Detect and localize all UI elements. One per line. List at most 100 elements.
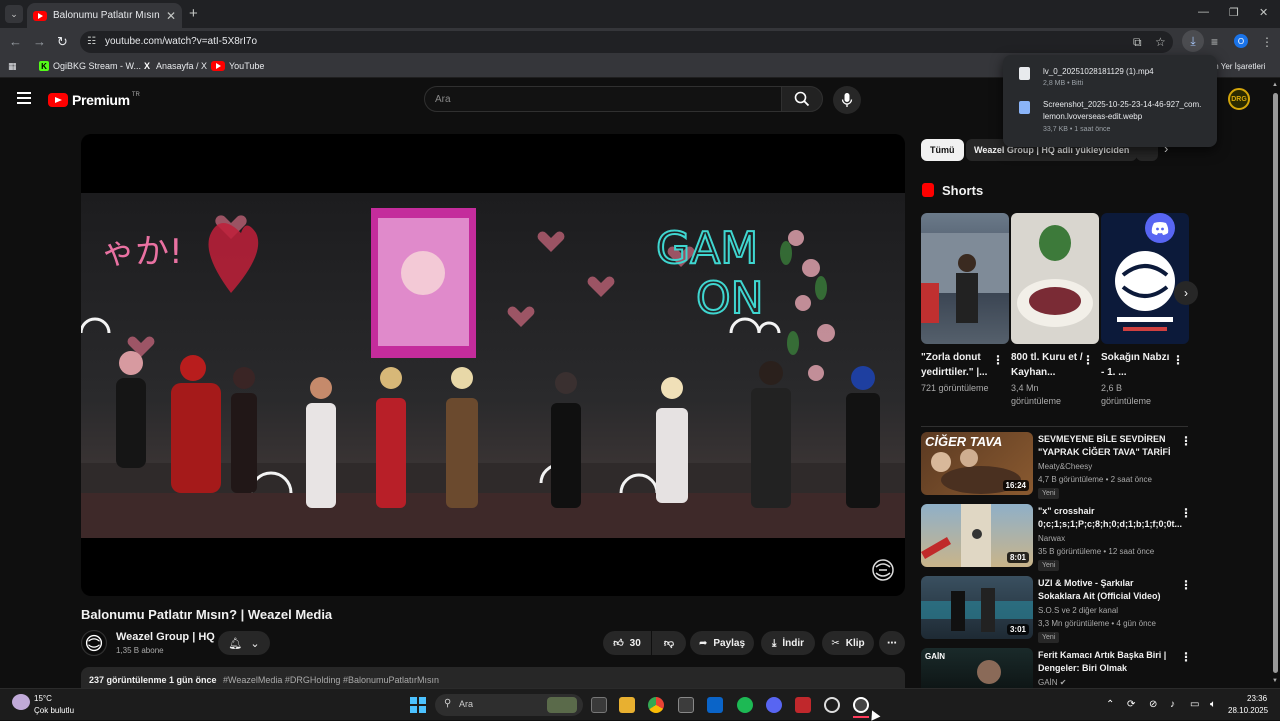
download-filename[interactable]: Screenshot_2025-10-25-23-14-46-927_com.l… — [1043, 99, 1203, 123]
profile-avatar[interactable]: O — [1234, 34, 1248, 48]
scroll-up-icon[interactable]: ▲ — [1272, 82, 1278, 88]
outlook-icon[interactable] — [707, 697, 723, 713]
sync-icon[interactable]: ⟳ — [1127, 699, 1135, 710]
display-icon[interactable]: ▭ — [1190, 699, 1199, 710]
short-title[interactable]: "Zorla donut yedirttiler." |... — [921, 350, 993, 380]
recommended-thumbnail[interactable]: 8:01 — [921, 504, 1033, 567]
recommended-meta: 35 B görüntüleme • 12 saat önce — [1038, 547, 1155, 556]
reading-list-icon[interactable]: ≡ — [1211, 35, 1218, 49]
short-title[interactable]: 800 tl. Kuru et / Kayhan... — [1011, 350, 1083, 380]
microphone-tray-icon[interactable]: ♪ — [1170, 699, 1175, 710]
media-player-icon[interactable] — [853, 697, 869, 713]
video-player[interactable]: ゃか! GAM ON — [81, 134, 905, 596]
scrollbar-thumb[interactable] — [1273, 93, 1278, 673]
browser-menu-icon[interactable]: ⋮ — [1261, 35, 1273, 49]
weather-description[interactable]: Çok bulutlu — [34, 706, 74, 715]
account-avatar[interactable]: DRG — [1228, 88, 1250, 110]
download-video-button[interactable]: ⤓ İndir — [761, 631, 815, 655]
task-view-icon[interactable] — [591, 697, 607, 713]
recommended-title[interactable]: Ferit Kamacı Artık Başka Biri | Dengeler… — [1038, 649, 1173, 675]
bookmark-x[interactable]: X Anasayfa / X — [142, 61, 207, 71]
short-thumbnail[interactable] — [1011, 213, 1099, 344]
recommended-title[interactable]: "x" crosshair 0;c;1;s;1;P;c;8;h;0;d;1;b;… — [1038, 505, 1182, 531]
recommended-channel[interactable]: Meaty&Cheesy — [1038, 462, 1092, 471]
description-hashtags[interactable]: #WeazelMedia #DRGHolding #BalonumuPatlat… — [223, 675, 439, 685]
shorts-next-button[interactable]: › — [1174, 281, 1198, 305]
recommended-channel[interactable]: GAİN ✔ — [1038, 678, 1067, 687]
recommended-thumbnail[interactable]: GAİN — [921, 648, 1033, 688]
network-off-icon[interactable]: ⊘ — [1149, 699, 1157, 710]
clock-date[interactable]: 28.10.2025 — [1228, 706, 1268, 715]
new-tab-button[interactable]: + — [189, 5, 198, 22]
short-thumbnail[interactable] — [921, 213, 1009, 344]
volume-icon[interactable]: 🔈︎ — [1210, 699, 1216, 710]
show-hidden-icons-icon[interactable]: ⌃ — [1106, 699, 1114, 710]
all-bookmarks-link[interactable]: m Yer İşaretleri — [1212, 62, 1265, 71]
short-title[interactable]: Sokağın Nabzı - 1. ... — [1101, 350, 1173, 380]
more-actions-button[interactable]: ⋯ — [879, 631, 905, 655]
windows-start-icon[interactable] — [410, 697, 426, 713]
apps-grid-icon[interactable]: ▦ — [8, 61, 17, 72]
short-menu-icon[interactable]: ⋮ — [1082, 353, 1094, 367]
active-browser-tab[interactable]: Balonumu Patlatır Mısın? | Wea ✕ — [27, 3, 182, 28]
clip-button[interactable]: ✂ Klip — [822, 631, 874, 655]
obs-icon[interactable] — [824, 697, 840, 713]
discord-taskbar-icon[interactable] — [766, 697, 782, 713]
close-window-button[interactable]: ✕ — [1259, 6, 1268, 19]
clock-time[interactable]: 23:36 — [1247, 694, 1267, 703]
address-bar[interactable]: ☷ youtube.com/watch?v=atI-5X8rI7o — [80, 31, 1173, 53]
channel-name[interactable]: Weazel Group | HQ — [116, 631, 215, 643]
video-menu-icon[interactable]: ⋮ — [1180, 434, 1192, 448]
like-button[interactable]: 👍︎ 30 — [603, 631, 651, 655]
bookmark-star-icon[interactable]: ☆ — [1155, 35, 1166, 49]
maximize-window-button[interactable]: ❐ — [1229, 6, 1239, 19]
recommended-thumbnail[interactable]: 3:01 — [921, 576, 1033, 639]
short-menu-icon[interactable]: ⋮ — [1172, 353, 1184, 367]
tab-search-button[interactable]: ⌄ — [5, 5, 23, 23]
taskbar-search[interactable]: ⚲ Ara — [435, 694, 583, 716]
minimize-window-button[interactable]: — — [1198, 6, 1209, 18]
hamburger-menu-icon[interactable] — [17, 92, 31, 104]
file-explorer-icon[interactable] — [619, 697, 635, 713]
thumbnail-caption: CİĞER TAVA — [925, 434, 1003, 449]
url-text[interactable]: youtube.com/watch?v=atI-5X8rI7o — [105, 36, 257, 47]
tab-close-icon[interactable]: ✕ — [166, 9, 176, 23]
download-filename[interactable]: lv_0_20251028181129 (1).mp4 — [1043, 66, 1203, 78]
site-info-icon[interactable]: ☷ — [87, 36, 99, 48]
recommended-title[interactable]: SEVMEYENE BİLE SEVDİREN "YAPRAK CİĞER TA… — [1038, 433, 1173, 459]
video-menu-icon[interactable]: ⋮ — [1180, 506, 1192, 520]
spotify-icon[interactable] — [737, 697, 753, 713]
channel-avatar[interactable] — [81, 630, 107, 656]
dislike-button[interactable]: 👎︎ — [652, 631, 686, 655]
notification-bell-button[interactable]: 🔔︎ ⌄ — [218, 631, 270, 655]
recommended-channel[interactable]: Narwax — [1038, 534, 1065, 543]
chip-all[interactable]: Tümü — [921, 139, 964, 161]
short-menu-icon[interactable]: ⋮ — [992, 353, 1004, 367]
chrome-icon[interactable] — [648, 697, 664, 713]
microsoft-store-icon[interactable] — [678, 697, 694, 713]
recommended-thumbnail[interactable]: CİĞER TAVA 16:24 — [921, 432, 1033, 495]
downloads-button[interactable]: ⤓ — [1182, 30, 1204, 52]
recommended-title[interactable]: UZI & Motive - Şarkılar Sokaklara Ait (O… — [1038, 577, 1173, 603]
search-input[interactable]: Ara — [424, 86, 782, 112]
weather-temperature[interactable]: 15°C — [34, 694, 52, 703]
recommended-channel[interactable]: S.O.S ve 2 diğer kanal — [1038, 606, 1118, 615]
share-button[interactable]: ➦ Paylaş — [690, 631, 754, 655]
search-button[interactable] — [781, 86, 823, 112]
discord-icon — [1145, 213, 1175, 243]
youtube-premium-logo[interactable]: Premium TR — [48, 92, 140, 108]
download-label: İndir — [782, 637, 805, 649]
reload-button[interactable]: ↻ — [57, 34, 68, 50]
scroll-down-icon[interactable]: ▼ — [1272, 678, 1278, 684]
voice-search-button[interactable] — [833, 86, 861, 114]
bookmark-youtube[interactable]: YouTube — [211, 61, 264, 71]
bookmark-kick[interactable]: K OgiBKG Stream - W... — [39, 61, 141, 71]
like-count: 30 — [629, 637, 641, 649]
app-icon[interactable] — [795, 697, 811, 713]
cast-icon[interactable]: ⧉ — [1133, 35, 1142, 50]
back-button[interactable]: ← — [9, 34, 22, 49]
forward-button[interactable]: → — [33, 34, 46, 49]
weather-cloud-icon[interactable] — [12, 694, 30, 710]
video-menu-icon[interactable]: ⋮ — [1180, 578, 1192, 592]
video-menu-icon[interactable]: ⋮ — [1180, 650, 1192, 664]
